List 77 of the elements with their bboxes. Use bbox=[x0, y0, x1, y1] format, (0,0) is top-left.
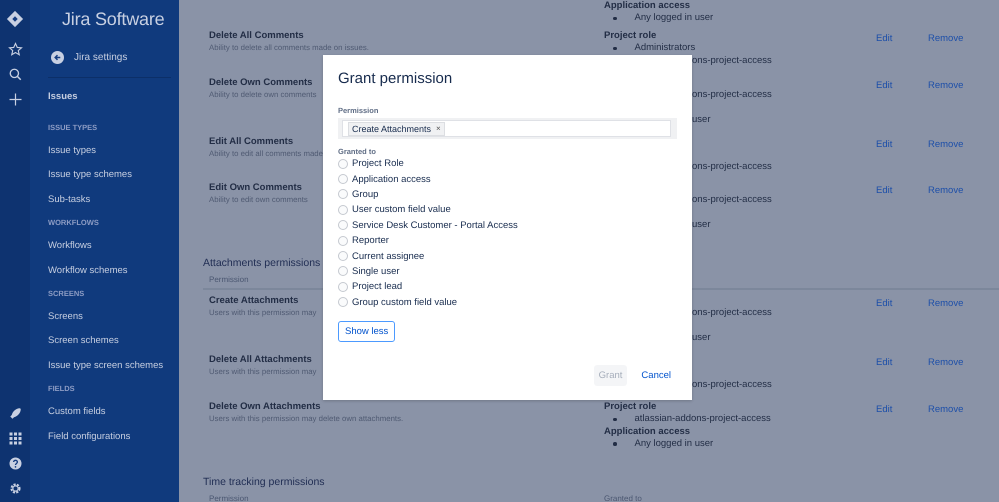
sidebar-item[interactable]: Issue types bbox=[48, 145, 179, 157]
tag-remove-button[interactable]: × bbox=[436, 124, 441, 133]
grant-entry: ons-project-access bbox=[692, 378, 772, 391]
permission-name: Delete Own Attachments bbox=[209, 400, 321, 413]
column-header: Permission bbox=[209, 274, 250, 284]
product-title: Jira Software bbox=[62, 9, 166, 30]
radio-button[interactable] bbox=[338, 297, 348, 308]
radio-button[interactable] bbox=[338, 266, 348, 276]
grant-entry: ons-project-access bbox=[692, 307, 772, 320]
section-title: Attachments permissions bbox=[203, 256, 320, 271]
section-title: Time tracking permissions bbox=[203, 474, 325, 490]
radio-option[interactable]: Project Role bbox=[338, 156, 677, 172]
sidebar-item[interactable]: Issue type screen schemes bbox=[48, 360, 179, 372]
radio-option[interactable]: Project lead bbox=[338, 279, 677, 295]
radio-option[interactable]: Single user bbox=[338, 264, 677, 280]
dialog-title: Grant permission bbox=[338, 69, 454, 89]
search-icon[interactable] bbox=[8, 67, 22, 82]
settings-icon[interactable] bbox=[8, 481, 22, 496]
permission-tag: Create Attachments × bbox=[348, 122, 445, 136]
grant-entry: ons-project-access bbox=[692, 54, 772, 67]
grant-type: Project role bbox=[604, 30, 656, 42]
radio-button[interactable] bbox=[338, 174, 348, 184]
radio-button[interactable] bbox=[338, 158, 348, 169]
sidebar-item[interactable]: Screens bbox=[48, 310, 179, 323]
sidebar-item[interactable]: Workflow schemes bbox=[48, 264, 179, 277]
back-link[interactable]: Jira settings bbox=[51, 50, 179, 64]
sidebar-item[interactable]: Issues bbox=[48, 91, 179, 103]
permission-name: Edit Own Comments bbox=[209, 182, 302, 194]
grant-entry: user bbox=[692, 332, 710, 344]
radio-button[interactable] bbox=[338, 220, 348, 230]
show-less-button[interactable]: Show less bbox=[338, 320, 396, 342]
diamond-logo-icon[interactable] bbox=[6, 10, 24, 28]
star-icon[interactable] bbox=[8, 42, 22, 57]
sidebar-item[interactable]: Sub-tasks bbox=[48, 194, 179, 206]
grant-entry: Administrators bbox=[604, 42, 696, 55]
radio-button[interactable] bbox=[338, 204, 348, 215]
plus-icon[interactable] bbox=[8, 92, 22, 107]
sidebar-item[interactable]: Issue type schemes bbox=[48, 169, 179, 182]
radio-button[interactable] bbox=[338, 236, 348, 246]
radio-option[interactable]: Current assignee bbox=[338, 248, 677, 264]
sidebar-item[interactable]: Custom fields bbox=[48, 406, 179, 418]
grant-type: Application access bbox=[604, 426, 690, 438]
grant-type: Project role bbox=[604, 400, 656, 414]
rocket-icon[interactable] bbox=[8, 406, 22, 421]
sidebar-item[interactable]: Workflows bbox=[48, 240, 179, 252]
radio-option[interactable]: Group custom field value bbox=[338, 294, 677, 310]
grant-type: Application access bbox=[604, 0, 690, 12]
grant-entry: Any logged in user bbox=[604, 438, 714, 450]
cancel-button[interactable]: Cancel bbox=[641, 364, 671, 386]
permission-name: Delete All Comments bbox=[209, 30, 304, 42]
sidebar-item[interactable]: Field configurations bbox=[48, 430, 179, 443]
permission-name: Delete All Attachments bbox=[209, 354, 312, 366]
permission-name: Edit All Comments bbox=[209, 136, 294, 148]
permission-field[interactable]: Create Attachments × bbox=[342, 120, 671, 137]
permission-name: Delete Own Comments bbox=[209, 76, 312, 89]
radio-option[interactable]: Reporter bbox=[338, 232, 677, 248]
help-icon[interactable] bbox=[8, 456, 22, 471]
radio-option[interactable]: Group bbox=[338, 186, 677, 202]
grant-entry: ons-project-access bbox=[692, 194, 772, 207]
permission-name: Create Attachments bbox=[209, 294, 298, 307]
grant-entry: ons-project-access bbox=[692, 160, 772, 173]
radio-button[interactable] bbox=[338, 282, 348, 292]
column-header: Permission bbox=[209, 494, 250, 502]
radio-button[interactable] bbox=[338, 251, 348, 262]
grant-entry: atlassian-addons-project-access bbox=[604, 413, 771, 426]
radio-button[interactable] bbox=[338, 189, 348, 200]
radio-option[interactable]: User custom field value bbox=[338, 202, 677, 218]
column-header: Granted to bbox=[604, 494, 642, 502]
radio-option[interactable]: Application access bbox=[338, 171, 677, 187]
back-arrow-icon[interactable] bbox=[51, 50, 64, 64]
sidebar-item[interactable]: Screen schemes bbox=[48, 335, 179, 348]
grant-entry: Any logged in user bbox=[604, 12, 714, 25]
grant-entry: ons-project-access bbox=[692, 89, 772, 102]
app-grid-icon[interactable] bbox=[8, 431, 22, 446]
grant-entry: user bbox=[692, 114, 710, 126]
radio-option[interactable]: Service Desk Customer - Portal Access bbox=[338, 218, 677, 233]
grant-entry: user bbox=[692, 218, 710, 232]
